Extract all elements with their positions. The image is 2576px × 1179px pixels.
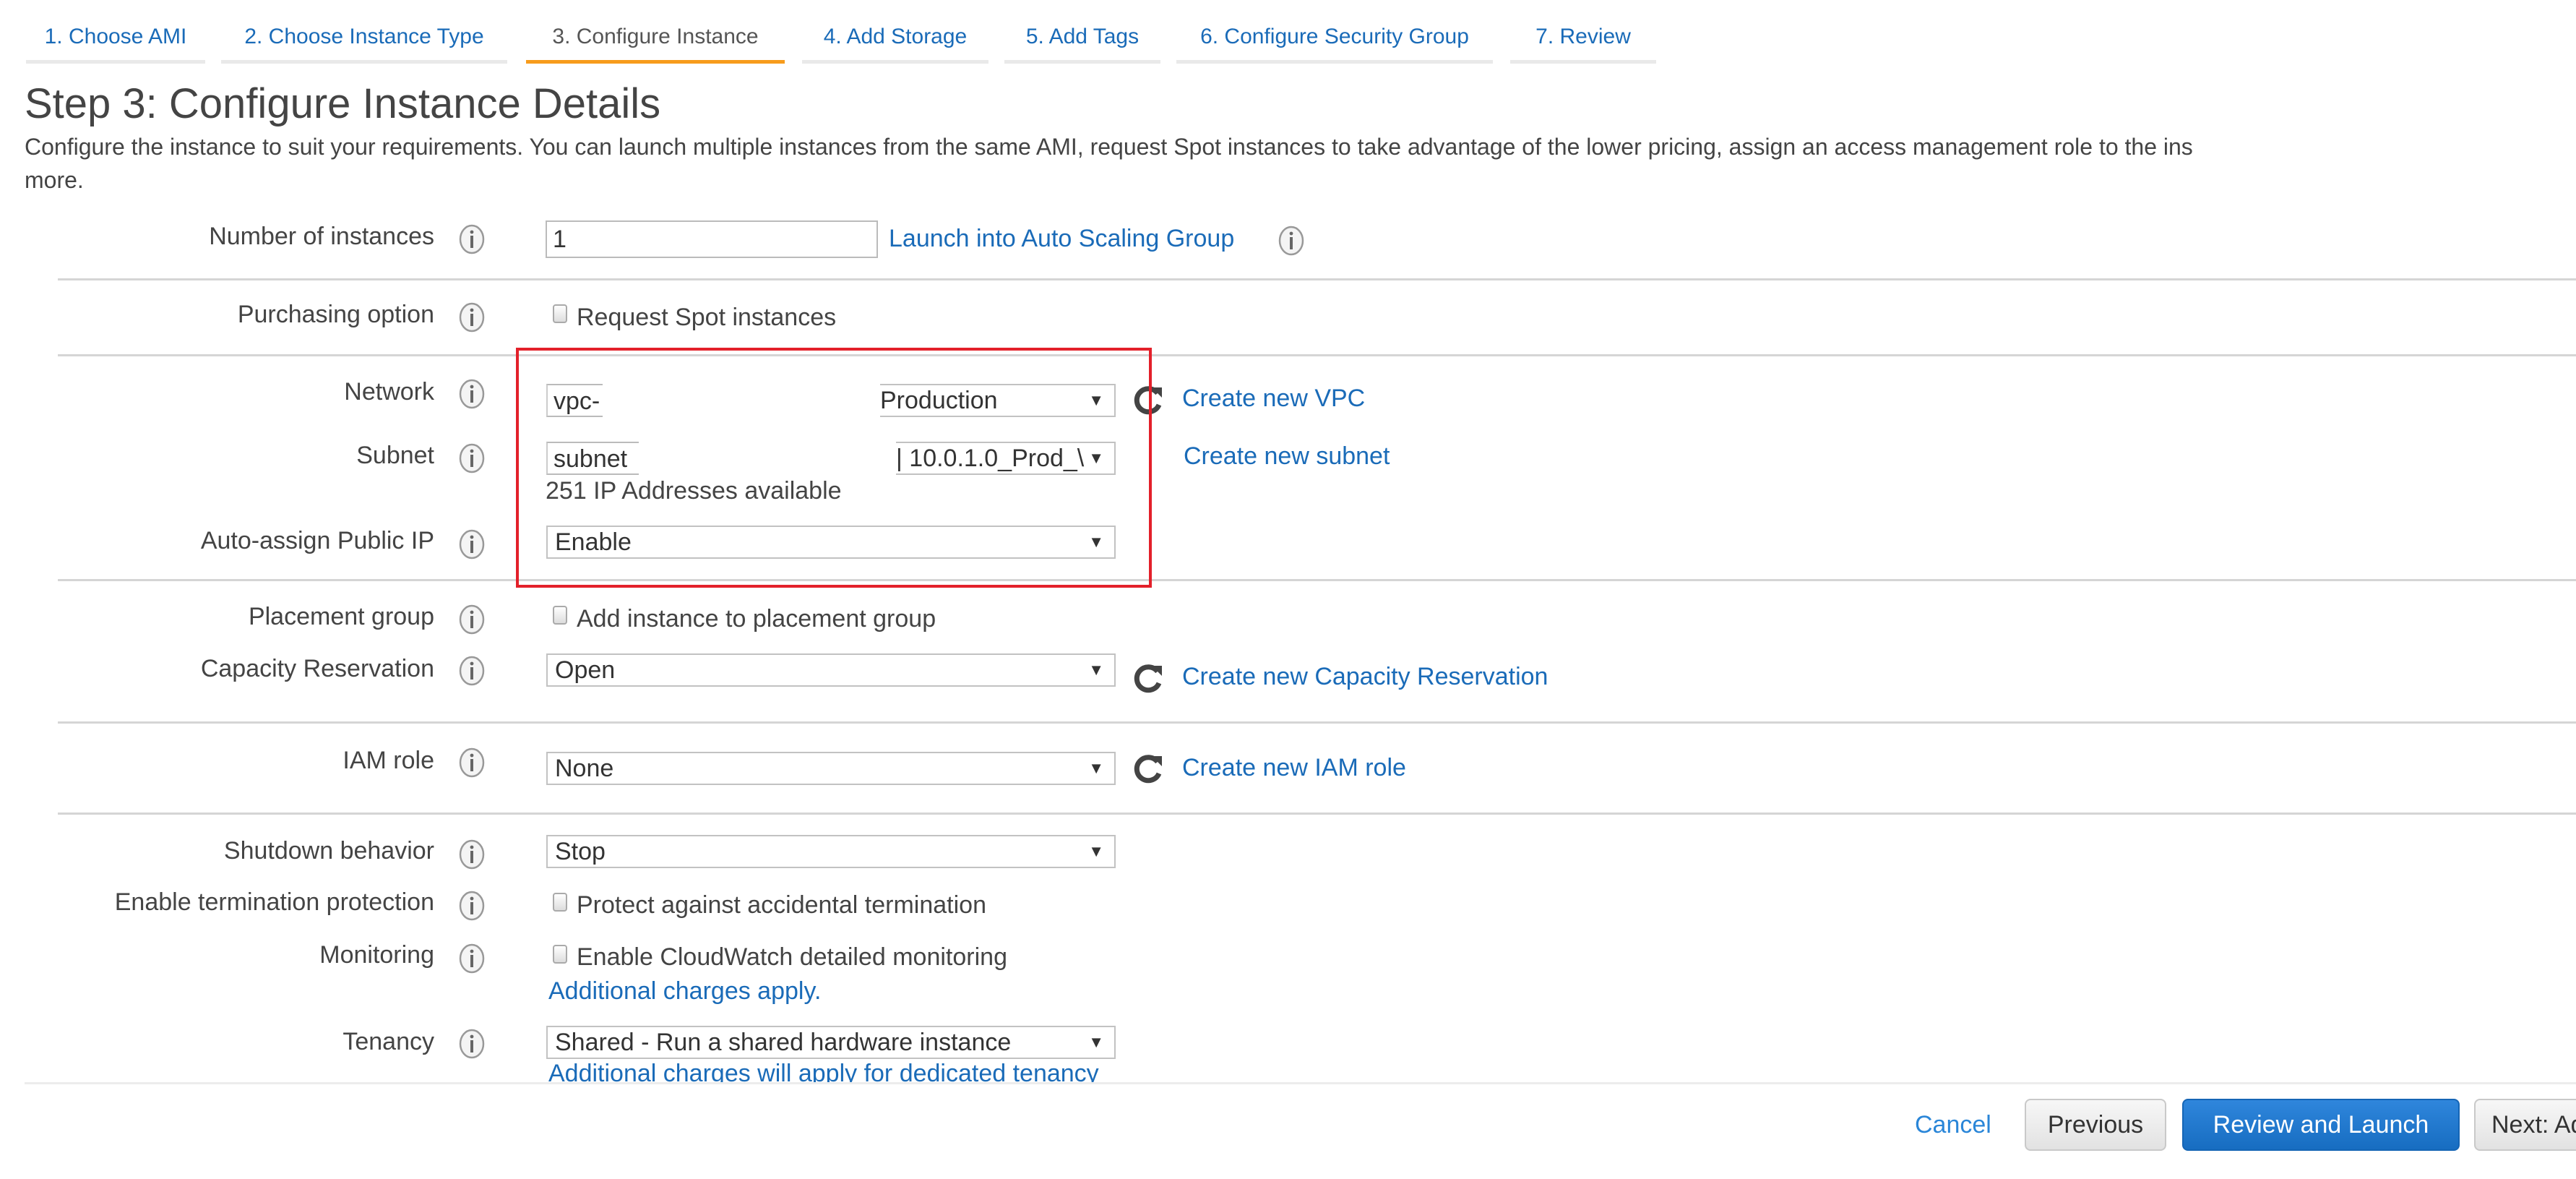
divider bbox=[58, 354, 2576, 356]
info-icon[interactable] bbox=[458, 301, 486, 333]
chevron-down-icon: ▼ bbox=[1088, 1033, 1104, 1051]
page-title: Step 3: Configure Instance Details bbox=[25, 80, 661, 127]
termination-protection-label: Protect against accidental termination bbox=[577, 891, 986, 919]
number-of-instances-input[interactable]: 1 bbox=[546, 220, 878, 258]
placement-group-label: Add instance to placement group bbox=[577, 605, 936, 633]
tab-choose-ami[interactable]: 1. Choose AMI bbox=[26, 22, 205, 64]
info-icon[interactable] bbox=[458, 943, 486, 974]
label-placement-group: Placement group bbox=[248, 603, 434, 630]
info-icon[interactable] bbox=[458, 890, 486, 922]
label-tenancy: Tenancy bbox=[343, 1028, 434, 1055]
tab-configure-security-group[interactable]: 6. Configure Security Group bbox=[1176, 22, 1493, 64]
footer-divider bbox=[25, 1082, 2576, 1084]
tab-underline bbox=[26, 60, 205, 64]
iam-role-selected-value: None bbox=[555, 755, 614, 782]
chevron-down-icon: ▼ bbox=[1088, 842, 1104, 860]
info-icon[interactable] bbox=[1278, 225, 1305, 257]
capacity-reservation-selected-value: Open bbox=[555, 656, 616, 684]
iam-role-select[interactable]: None ▼ bbox=[546, 752, 1116, 785]
divider bbox=[58, 721, 2576, 724]
additional-charges-link[interactable]: Additional charges apply. bbox=[548, 977, 821, 1006]
tab-choose-instance-type[interactable]: 2. Choose Instance Type bbox=[221, 22, 507, 64]
refresh-icon[interactable] bbox=[1132, 752, 1165, 785]
tenancy-select[interactable]: Shared - Run a shared hardware instance ▼ bbox=[546, 1026, 1116, 1059]
tab-label: 3. Configure Instance bbox=[552, 25, 759, 48]
launch-auto-scaling-link[interactable]: Launch into Auto Scaling Group bbox=[889, 225, 1234, 253]
tab-label: 4. Add Storage bbox=[823, 25, 968, 48]
tab-underline bbox=[526, 60, 785, 64]
previous-button[interactable]: Previous bbox=[2025, 1099, 2166, 1151]
info-icon[interactable] bbox=[458, 528, 486, 560]
label-termination-protection: Enable termination protection bbox=[114, 888, 434, 916]
cancel-link[interactable]: Cancel bbox=[1915, 1111, 1991, 1139]
capacity-reservation-select[interactable]: Open ▼ bbox=[546, 653, 1116, 687]
tab-underline bbox=[1004, 60, 1160, 64]
shutdown-behavior-select[interactable]: Stop ▼ bbox=[546, 835, 1116, 868]
info-icon[interactable] bbox=[458, 655, 486, 687]
chevron-down-icon: ▼ bbox=[1088, 759, 1104, 777]
info-icon[interactable] bbox=[458, 378, 486, 410]
info-icon[interactable] bbox=[458, 604, 486, 635]
label-purchasing-option: Purchasing option bbox=[237, 301, 434, 328]
page-description: Configure the instance to suit your requ… bbox=[25, 130, 2193, 197]
create-new-vpc-link[interactable]: Create new VPC bbox=[1182, 385, 1365, 413]
tab-add-storage[interactable]: 4. Add Storage bbox=[802, 22, 988, 64]
label-number-of-instances: Number of instances bbox=[209, 223, 434, 250]
next-add-storage-button[interactable]: Next: Add Storage bbox=[2474, 1099, 2576, 1151]
termination-protection-checkbox[interactable] bbox=[553, 893, 567, 912]
label-capacity-reservation: Capacity Reservation bbox=[200, 655, 434, 682]
description-line: more. bbox=[25, 167, 84, 193]
tab-label: 1. Choose AMI bbox=[44, 25, 187, 48]
tab-underline bbox=[802, 60, 988, 64]
divider bbox=[58, 813, 2576, 815]
divider bbox=[58, 579, 2576, 581]
shutdown-behavior-selected-value: Stop bbox=[555, 838, 606, 865]
tab-label: 7. Review bbox=[1535, 25, 1631, 48]
info-icon[interactable] bbox=[458, 839, 486, 870]
info-icon[interactable] bbox=[458, 442, 486, 474]
tab-underline bbox=[1510, 60, 1656, 64]
info-icon[interactable] bbox=[458, 1028, 486, 1060]
label-auto-assign-public-ip: Auto-assign Public IP bbox=[200, 527, 434, 554]
info-icon[interactable] bbox=[458, 223, 486, 255]
create-new-iam-role-link[interactable]: Create new IAM role bbox=[1182, 754, 1406, 782]
review-and-launch-button[interactable]: Review and Launch bbox=[2182, 1099, 2460, 1151]
placement-group-checkbox[interactable] bbox=[553, 606, 567, 625]
description-line: Configure the instance to suit your requ… bbox=[25, 134, 2193, 160]
tab-underline bbox=[221, 60, 507, 64]
info-icon[interactable] bbox=[458, 747, 486, 779]
create-new-subnet-link[interactable]: Create new subnet bbox=[1184, 442, 1390, 471]
tab-add-tags[interactable]: 5. Add Tags bbox=[1004, 22, 1160, 64]
cloudwatch-monitoring-label: Enable CloudWatch detailed monitoring bbox=[577, 943, 1007, 971]
tab-label: 6. Configure Security Group bbox=[1200, 25, 1469, 48]
cloudwatch-monitoring-checkbox[interactable] bbox=[553, 945, 567, 964]
tab-configure-instance[interactable]: 3. Configure Instance bbox=[526, 22, 785, 64]
chevron-down-icon: ▼ bbox=[1088, 661, 1104, 679]
tenancy-selected-value: Shared - Run a shared hardware instance bbox=[555, 1029, 1012, 1056]
create-new-capacity-reservation-link[interactable]: Create new Capacity Reservation bbox=[1182, 663, 1548, 691]
label-network: Network bbox=[344, 378, 434, 406]
label-subnet: Subnet bbox=[356, 442, 434, 469]
divider bbox=[58, 278, 2576, 280]
tab-label: 5. Add Tags bbox=[1025, 25, 1140, 48]
label-iam-role: IAM role bbox=[343, 747, 434, 774]
request-spot-label: Request Spot instances bbox=[577, 304, 837, 331]
refresh-icon[interactable] bbox=[1132, 661, 1165, 695]
highlight-box bbox=[516, 348, 1152, 588]
request-spot-checkbox[interactable] bbox=[553, 304, 567, 323]
label-shutdown-behavior: Shutdown behavior bbox=[223, 837, 434, 865]
tab-label: 2. Choose Instance Type bbox=[244, 25, 484, 48]
tab-review[interactable]: 7. Review bbox=[1510, 22, 1656, 64]
tab-underline bbox=[1176, 60, 1493, 64]
label-monitoring: Monitoring bbox=[319, 941, 434, 969]
